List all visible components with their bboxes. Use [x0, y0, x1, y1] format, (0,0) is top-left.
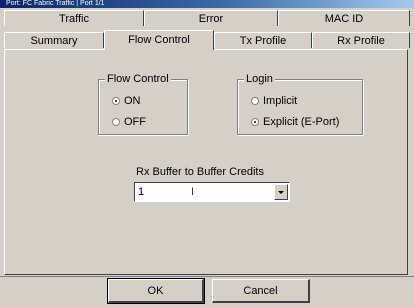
login-explicit-radio[interactable]: Explicit (E-Port): [251, 115, 339, 129]
credits-value: 1: [138, 186, 145, 198]
flow-control-off-label: OFF: [124, 116, 146, 128]
login-legend: Login: [244, 72, 275, 86]
title-bar: Port: FC Fabric Traffic | Port 1/1: [0, 0, 414, 8]
tab-rx-profile[interactable]: Rx Profile: [312, 32, 410, 48]
tab-traffic-label: Traffic: [59, 13, 89, 25]
tab-error[interactable]: Error: [144, 10, 278, 26]
ok-button-label: OK: [147, 285, 164, 297]
window-title: Port: FC Fabric Traffic | Port 1/1: [6, 0, 105, 7]
radio-selected-icon: [112, 97, 120, 105]
login-group: Login Implicit Explicit (E-Port): [237, 72, 363, 135]
login-implicit-label: Implicit: [263, 95, 298, 107]
tab-tx-profile-label: Tx Profile: [239, 35, 287, 47]
cancel-button-label: Cancel: [243, 285, 278, 297]
cancel-button[interactable]: Cancel: [212, 279, 310, 303]
flow-control-group: Flow Control ON OFF: [98, 72, 188, 135]
radio-unselected-icon: [112, 118, 120, 126]
tab-error-label: Error: [198, 13, 224, 25]
tab-flow-control[interactable]: Flow Control: [104, 30, 214, 50]
text-cursor-icon: I: [191, 186, 195, 198]
tab-summary[interactable]: Summary: [4, 32, 104, 48]
login-explicit-label: Explicit (E-Port): [263, 116, 340, 128]
login-implicit-radio[interactable]: Implicit: [251, 94, 297, 108]
flow-control-off-radio[interactable]: OFF: [112, 115, 146, 129]
tab-rx-profile-label: Rx Profile: [337, 35, 385, 47]
flow-control-on-label: ON: [124, 95, 141, 107]
flow-control-legend: Flow Control: [105, 72, 171, 86]
radio-selected-icon: [251, 118, 259, 126]
button-bar-divider: [0, 276, 414, 277]
flow-control-on-radio[interactable]: ON: [112, 94, 141, 108]
dropdown-arrow-icon[interactable]: [274, 184, 288, 200]
tab-flow-control-label: Flow Control: [128, 34, 190, 46]
credits-combobox[interactable]: 1 I: [134, 182, 290, 202]
tab-row-front: Summary Flow Control Tx Profile Rx Profi…: [4, 30, 410, 50]
radio-unselected-icon: [251, 97, 259, 105]
tab-summary-label: Summary: [30, 35, 78, 47]
tab-tx-profile[interactable]: Tx Profile: [214, 32, 312, 48]
tab-traffic[interactable]: Traffic: [4, 10, 144, 26]
tab-mac-id-label: MAC ID: [324, 13, 364, 25]
ok-button[interactable]: OK: [107, 278, 205, 304]
tab-row-back: Traffic Error MAC ID: [4, 10, 410, 26]
tab-mac-id[interactable]: MAC ID: [278, 10, 410, 26]
credits-label: Rx Buffer to Buffer Credits: [136, 166, 264, 178]
